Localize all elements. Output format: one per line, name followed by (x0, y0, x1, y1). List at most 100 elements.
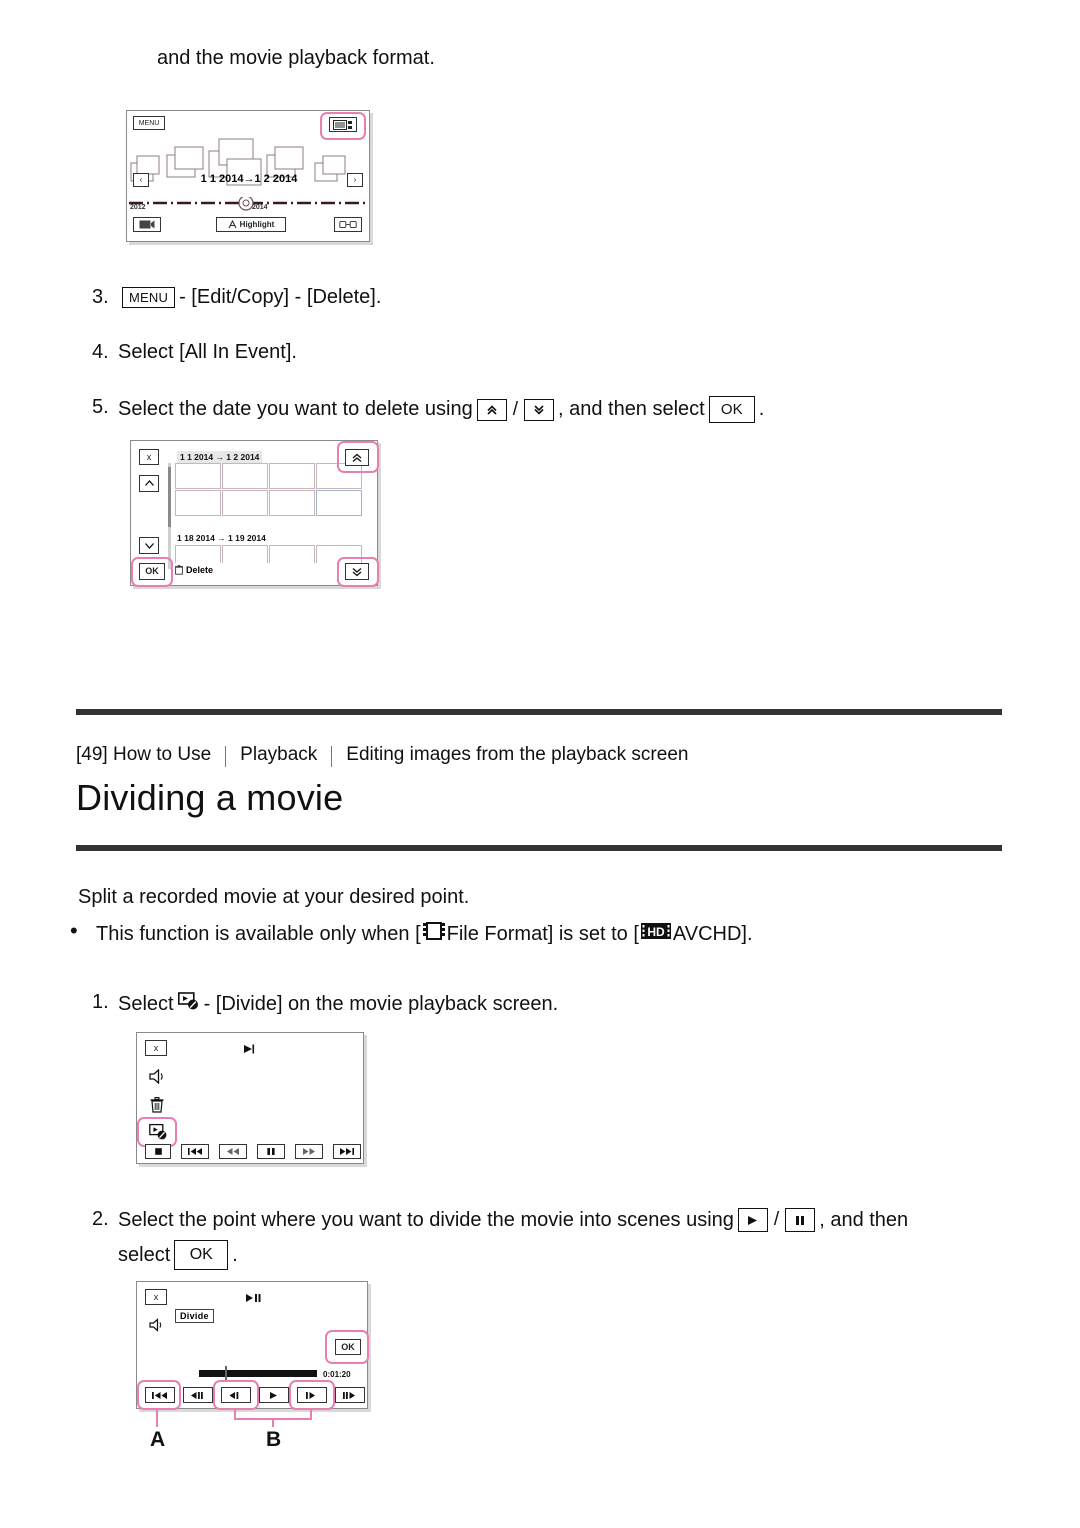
thumbnail-cell[interactable] (175, 545, 221, 563)
step-divide-1-number: 1. (92, 991, 109, 1013)
caption-b: B (266, 1428, 282, 1451)
play-button[interactable] (259, 1387, 289, 1403)
step-divide-2-text-before: Select the point where you want to divid… (118, 1208, 734, 1231)
thumbnail-cell[interactable] (269, 545, 315, 563)
timeline-bar[interactable] (127, 197, 371, 215)
rewind-button[interactable] (219, 1144, 247, 1159)
thumbnail-cell[interactable] (316, 545, 362, 563)
breadcrumb-item-2[interactable]: Editing images from the playback screen (346, 744, 688, 766)
thumbnail-cell[interactable] (175, 490, 221, 516)
timeline-end-year: 2014 (252, 204, 268, 211)
movie-format-icon[interactable] (329, 117, 357, 132)
thumbnail-cell[interactable] (175, 463, 221, 489)
step-divide-2-line2-before: select (118, 1243, 171, 1266)
pause-button[interactable] (257, 1144, 285, 1159)
section-rule-top (76, 709, 1002, 715)
step-divide-1-text-before: Select (118, 992, 174, 1015)
thumbnail-cell[interactable] (269, 463, 315, 489)
frame-back-button[interactable] (221, 1387, 251, 1403)
skip-start-button[interactable] (145, 1387, 175, 1403)
play-glyph-icon (747, 1215, 757, 1225)
play-icon (270, 1391, 277, 1399)
page-up-button[interactable] (345, 449, 369, 466)
scroll-down-button[interactable] (139, 537, 159, 554)
chevron-up-icon (144, 480, 154, 486)
bullet-text-mid: File Format] is set to [ (446, 922, 639, 945)
play-icon[interactable] (737, 1208, 768, 1232)
breadcrumb-item-0[interactable]: [49] How to Use (76, 744, 211, 766)
intro-bullet: • This function is available only when [… (70, 920, 1010, 947)
double-chevron-down-icon[interactable] (523, 398, 554, 421)
fast-forward-button[interactable] (295, 1144, 323, 1159)
volume-button[interactable] (149, 1318, 164, 1337)
frame-forward-button[interactable] (297, 1387, 327, 1403)
scroll-up-button[interactable] (139, 475, 159, 492)
skip-start-icon (152, 1391, 167, 1399)
step-divide-1: 1. Select - [Divide] on the movie playba… (92, 991, 892, 1017)
close-button[interactable]: x (145, 1289, 167, 1305)
double-chevron-up-icon (352, 453, 362, 462)
thumbnail-cell[interactable] (222, 545, 268, 563)
double-chevron-up-icon[interactable] (476, 398, 507, 421)
highlight-button[interactable]: Highlight (216, 217, 286, 232)
hd-badge-icon: HD (640, 921, 671, 947)
ok-key-button[interactable]: OK (174, 1240, 229, 1270)
thumbnail-cell[interactable] (222, 490, 268, 516)
next-event-button[interactable]: › (347, 173, 363, 187)
ok-button[interactable]: OK (139, 563, 165, 580)
stop-icon (154, 1148, 162, 1155)
step-forward-button[interactable] (335, 1387, 365, 1403)
step-5-text-before: Select the date you want to delete using (118, 398, 473, 420)
breadcrumb: [49] How to Use Playback Editing images … (76, 744, 688, 767)
menu-button[interactable]: MENU (133, 116, 165, 130)
divide-movie-icon[interactable] (177, 991, 200, 1017)
step-divide-2-number: 2. (92, 1208, 109, 1230)
highlight-button-label: Highlight (239, 219, 275, 229)
section-rule-bottom (76, 845, 1002, 851)
scrollbar-thumb[interactable] (168, 467, 171, 527)
step-back-button[interactable] (183, 1387, 213, 1403)
delete-indicator: Delete (175, 565, 213, 575)
volume-button[interactable] (149, 1068, 166, 1089)
mode-switch-button[interactable] (133, 217, 161, 232)
breadcrumb-item-1[interactable]: Playback (240, 744, 317, 766)
film-frame-glyph-icon (422, 922, 445, 940)
view-images-button[interactable] (334, 217, 362, 232)
figure-event-index: MENU ‹ 1 1 2014→1 2 2014 › 2012 2014 Hig… (126, 110, 374, 246)
trash-icon (150, 1097, 164, 1113)
delete-button[interactable] (150, 1097, 164, 1118)
close-button[interactable]: x (139, 449, 159, 465)
movie-mode-icon (139, 220, 155, 229)
svg-text:HD: HD (647, 925, 665, 939)
stop-button[interactable] (145, 1144, 171, 1159)
pause-icon (267, 1148, 275, 1155)
pause-glyph-icon (796, 1215, 805, 1225)
progress-bar[interactable] (199, 1370, 317, 1377)
ok-key-button[interactable]: OK (708, 396, 755, 423)
bullet-text-before: This function is available only when [ (96, 922, 421, 945)
camera-screen-playback: x (136, 1032, 364, 1164)
speaker-icon (149, 1068, 163, 1085)
thumbnail-cell[interactable] (222, 463, 268, 489)
divide-button[interactable] (149, 1123, 168, 1146)
menu-key-button[interactable]: MENU (122, 287, 176, 308)
skip-back-button[interactable] (181, 1144, 209, 1159)
thumbnail-cell[interactable] (269, 490, 315, 516)
play-icon (244, 1044, 255, 1054)
divide-movie-glyph-icon (177, 992, 198, 1010)
pause-icon[interactable] (785, 1208, 816, 1232)
thumbnail-cell[interactable] (316, 490, 362, 516)
close-button[interactable]: x (145, 1040, 167, 1056)
prev-event-button[interactable]: ‹ (133, 173, 149, 187)
skip-forward-button[interactable] (333, 1144, 361, 1159)
ok-button[interactable]: OK (335, 1339, 361, 1355)
breadcrumb-separator (331, 745, 333, 767)
camera-screen-date-select: x 1 1 2014 → 1 2 2014 1 18 2014 → 1 19 2… (130, 440, 379, 587)
slash-separator: / (773, 1209, 780, 1230)
figure-date-select: x 1 1 2014 → 1 2 2014 1 18 2014 → 1 19 2… (130, 440, 382, 590)
step-forward-icon (343, 1391, 355, 1399)
page-down-button[interactable] (345, 563, 369, 580)
step-divide-2: 2. Select the point where you want to di… (92, 1208, 1022, 1270)
step-3-text: - [Edit/Copy] - [Delete]. (179, 286, 382, 308)
thumbnail-cell[interactable] (316, 463, 362, 489)
